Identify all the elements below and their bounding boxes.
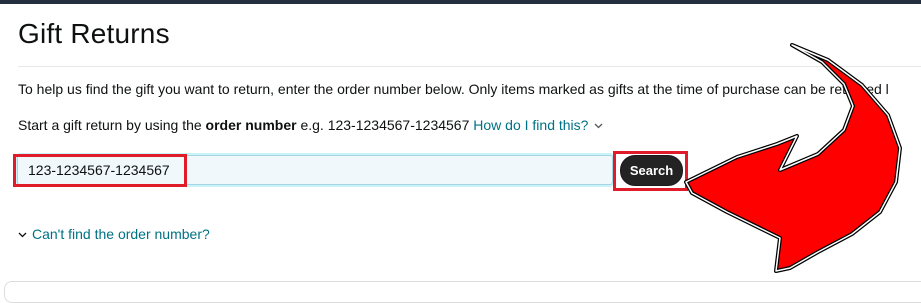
how-do-i-find-this-link[interactable]: How do I find this?: [473, 117, 603, 133]
bottom-panel: [4, 281, 921, 303]
divider: [18, 66, 921, 67]
how-link-label: How do I find this?: [473, 117, 589, 133]
example-text: e.g. 123-1234567-1234567: [296, 117, 474, 133]
page-title: Gift Returns: [18, 18, 170, 49]
search-button[interactable]: Search: [620, 155, 683, 186]
start-prefix: Start a gift return by using the: [18, 117, 206, 133]
order-number-input[interactable]: [17, 155, 613, 185]
order-number-label: order number: [205, 117, 297, 133]
start-instructions: Start a gift return by using the order n…: [18, 117, 603, 133]
cant-find-label: Can't find the order number?: [32, 226, 210, 242]
intro-text: To help us find the gift you want to ret…: [18, 81, 889, 97]
cant-find-order-number-link[interactable]: Can't find the order number?: [18, 226, 210, 242]
chevron-down-icon: [594, 123, 603, 129]
top-bar: [0, 0, 921, 4]
chevron-down-icon: [18, 232, 27, 238]
